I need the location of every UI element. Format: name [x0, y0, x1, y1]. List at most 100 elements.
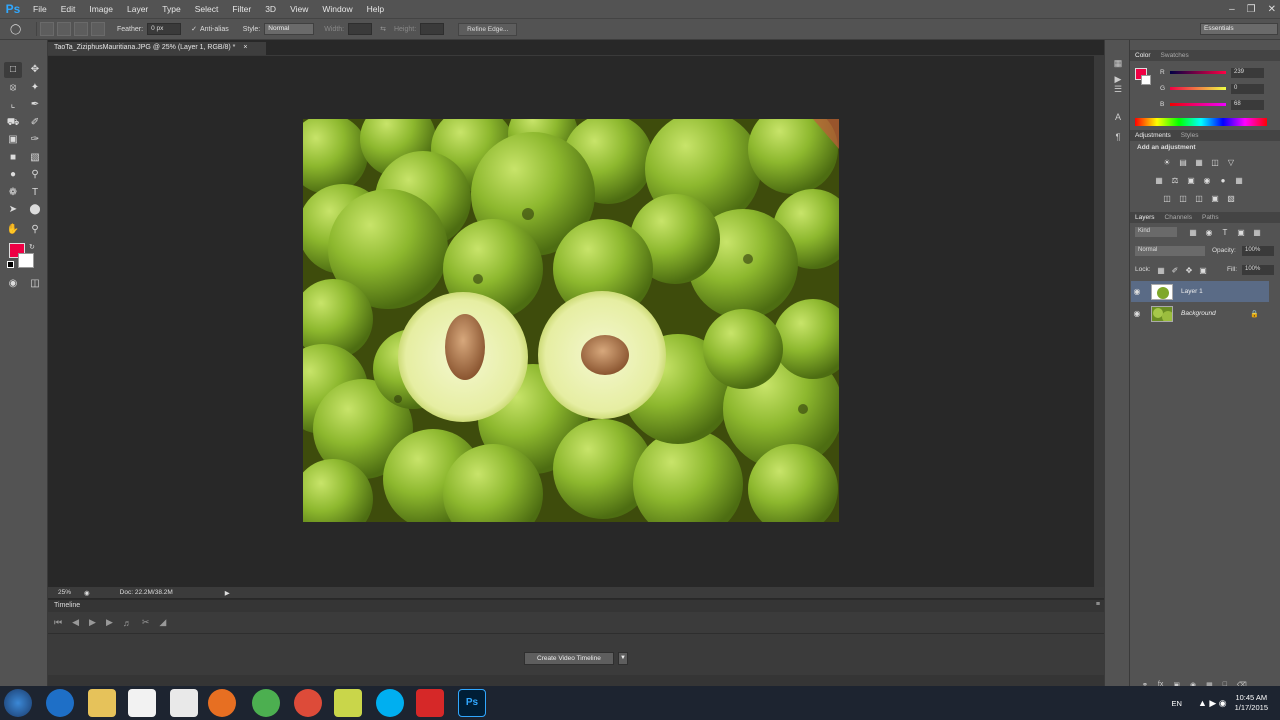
add-selection-icon[interactable] [57, 22, 71, 36]
screen-mode-icon[interactable]: ◫ [26, 276, 44, 292]
quick-mask-icon[interactable]: ◉ [4, 276, 22, 292]
brush-icon[interactable]: ✐ [26, 115, 44, 131]
menu-filter[interactable]: Filter [225, 4, 258, 14]
hue-saturation-icon[interactable]: ▦ [1154, 176, 1164, 185]
layer-row-layer-1[interactable]: ◉ Layer 1 [1131, 281, 1269, 302]
browser-app-icon[interactable] [252, 689, 280, 717]
internet-explorer-icon[interactable] [46, 689, 74, 717]
firefox-icon[interactable] [208, 689, 236, 717]
tab-swatches[interactable]: Swatches [1156, 52, 1194, 59]
menu-type[interactable]: Type [155, 4, 187, 14]
lasso-icon[interactable]: ⦻ [4, 80, 22, 96]
feather-input[interactable]: 0 px [147, 23, 182, 35]
filter-adjustment-icon[interactable]: ◉ [1204, 228, 1214, 237]
audio-icon[interactable]: ♬ [123, 618, 132, 628]
tab-paths[interactable]: Paths [1197, 214, 1224, 221]
tab-adjustments[interactable]: Adjustments [1130, 132, 1176, 139]
background-color-swatch[interactable] [18, 253, 34, 268]
tab-styles[interactable]: Styles [1176, 132, 1204, 139]
dodge-icon[interactable]: ⚲ [26, 167, 44, 183]
levels-icon[interactable]: ▤ [1178, 158, 1188, 167]
filter-type-icon[interactable]: T [1220, 228, 1230, 237]
curves-icon[interactable]: ▦ [1194, 158, 1204, 167]
blend-mode-select[interactable]: Normal [1135, 246, 1205, 256]
blue-slider[interactable] [1170, 103, 1226, 106]
visibility-eye-icon[interactable]: ◉ [1131, 287, 1143, 296]
close-tab-icon[interactable]: × [243, 44, 247, 51]
chrome-icon[interactable] [294, 689, 322, 717]
timeline-menu-icon[interactable]: ≡ [1096, 601, 1100, 608]
paragraph-icon[interactable]: ¶ [1110, 132, 1126, 146]
layer-row-background[interactable]: ◉ Background 🔒 [1131, 303, 1269, 324]
color-lookup-icon[interactable]: ▦ [1234, 176, 1244, 185]
eyedropper-icon[interactable]: ✒ [26, 97, 44, 113]
skype-icon[interactable] [376, 689, 404, 717]
invert-icon[interactable]: ◫ [1162, 194, 1172, 203]
tab-channels[interactable]: Channels [1160, 214, 1197, 221]
zoom-level[interactable]: 25% [58, 589, 82, 596]
play-icon[interactable]: ▶ [89, 617, 96, 628]
layer-filter-kind[interactable]: Kind [1135, 227, 1177, 237]
workspace-select[interactable]: Essentials [1200, 23, 1278, 35]
marquee-preset-icon[interactable]: ◯ [10, 24, 30, 35]
blue-value[interactable]: 68 [1231, 100, 1264, 110]
lock-all-icon[interactable]: ▣ [1198, 266, 1208, 275]
antialias-checkbox-icon[interactable]: ✓ [191, 25, 197, 33]
gradient-map-icon[interactable]: ▧ [1226, 194, 1236, 203]
filter-pixel-icon[interactable]: ▦ [1188, 228, 1198, 237]
gradient-icon[interactable]: ▧ [26, 150, 44, 166]
type-icon[interactable]: T [26, 185, 44, 201]
red-slider[interactable] [1170, 71, 1226, 74]
character-icon[interactable]: A [1110, 112, 1126, 126]
start-button-icon[interactable] [4, 689, 32, 717]
image-canvas[interactable] [303, 119, 839, 522]
prev-frame-icon[interactable]: ◀ [72, 617, 79, 628]
folder-app-icon[interactable] [334, 689, 362, 717]
eraser-icon[interactable]: ■ [4, 150, 22, 166]
pen-icon[interactable]: ❁ [4, 185, 22, 201]
crop-icon[interactable]: ⌞ [4, 97, 22, 113]
shape-icon[interactable]: ⬤ [26, 202, 44, 218]
lock-transparency-icon[interactable]: ▦ [1156, 266, 1166, 275]
menu-file[interactable]: File [26, 4, 54, 14]
filter-smart-icon[interactable]: ▦ [1252, 228, 1262, 237]
move-icon[interactable]: ✥ [26, 62, 44, 78]
brightness-icon[interactable]: ☀ [1162, 158, 1172, 167]
create-video-timeline-button[interactable]: Create Video Timeline [524, 652, 614, 665]
menu-view[interactable]: View [283, 4, 315, 14]
photo-filter-icon[interactable]: ◉ [1202, 176, 1212, 185]
width-input[interactable] [348, 23, 373, 35]
new-selection-icon[interactable] [40, 22, 54, 36]
network-app-icon[interactable] [170, 689, 198, 717]
language-indicator[interactable]: EN [1172, 699, 1182, 708]
history-icon[interactable]: ▦ [1110, 58, 1126, 72]
close-icon[interactable]: ✕ [1268, 4, 1276, 15]
status-info-icon[interactable]: ◉ [84, 589, 90, 597]
default-colors-icon[interactable] [7, 261, 14, 268]
menu-edit[interactable]: Edit [54, 4, 83, 14]
timeline-dropdown-icon[interactable]: ▼ [618, 652, 628, 665]
vertical-scrollbar[interactable] [1094, 56, 1104, 588]
swap-colors-icon[interactable]: ↻ [29, 243, 35, 251]
minimize-icon[interactable]: – [1229, 4, 1235, 15]
menu-window[interactable]: Window [315, 4, 359, 14]
split-icon[interactable]: ✂ [142, 617, 150, 628]
intersect-selection-icon[interactable] [91, 22, 105, 36]
transition-icon[interactable]: ◢ [159, 617, 166, 628]
black-white-icon[interactable]: ▣ [1186, 176, 1196, 185]
style-select[interactable]: Normal [264, 23, 315, 35]
clock[interactable]: 10:45 AM 1/17/2015 [1235, 693, 1268, 713]
color-spectrum-bar[interactable] [1135, 118, 1267, 126]
green-value[interactable]: 0 [1231, 84, 1264, 94]
red-value[interactable]: 239 [1231, 68, 1264, 78]
magic-wand-icon[interactable]: ✦ [26, 80, 44, 96]
visibility-eye-icon[interactable]: ◉ [1131, 309, 1143, 318]
menu-image[interactable]: Image [82, 4, 120, 14]
selective-color-icon[interactable]: ▣ [1210, 194, 1220, 203]
height-input[interactable] [420, 23, 445, 35]
fill-input[interactable]: 100% [1242, 265, 1274, 275]
menu-layer[interactable]: Layer [120, 4, 155, 14]
tab-layers[interactable]: Layers [1130, 214, 1160, 221]
zoom-icon[interactable]: ⚲ [26, 222, 44, 238]
hand-icon[interactable]: ✋ [4, 222, 22, 238]
